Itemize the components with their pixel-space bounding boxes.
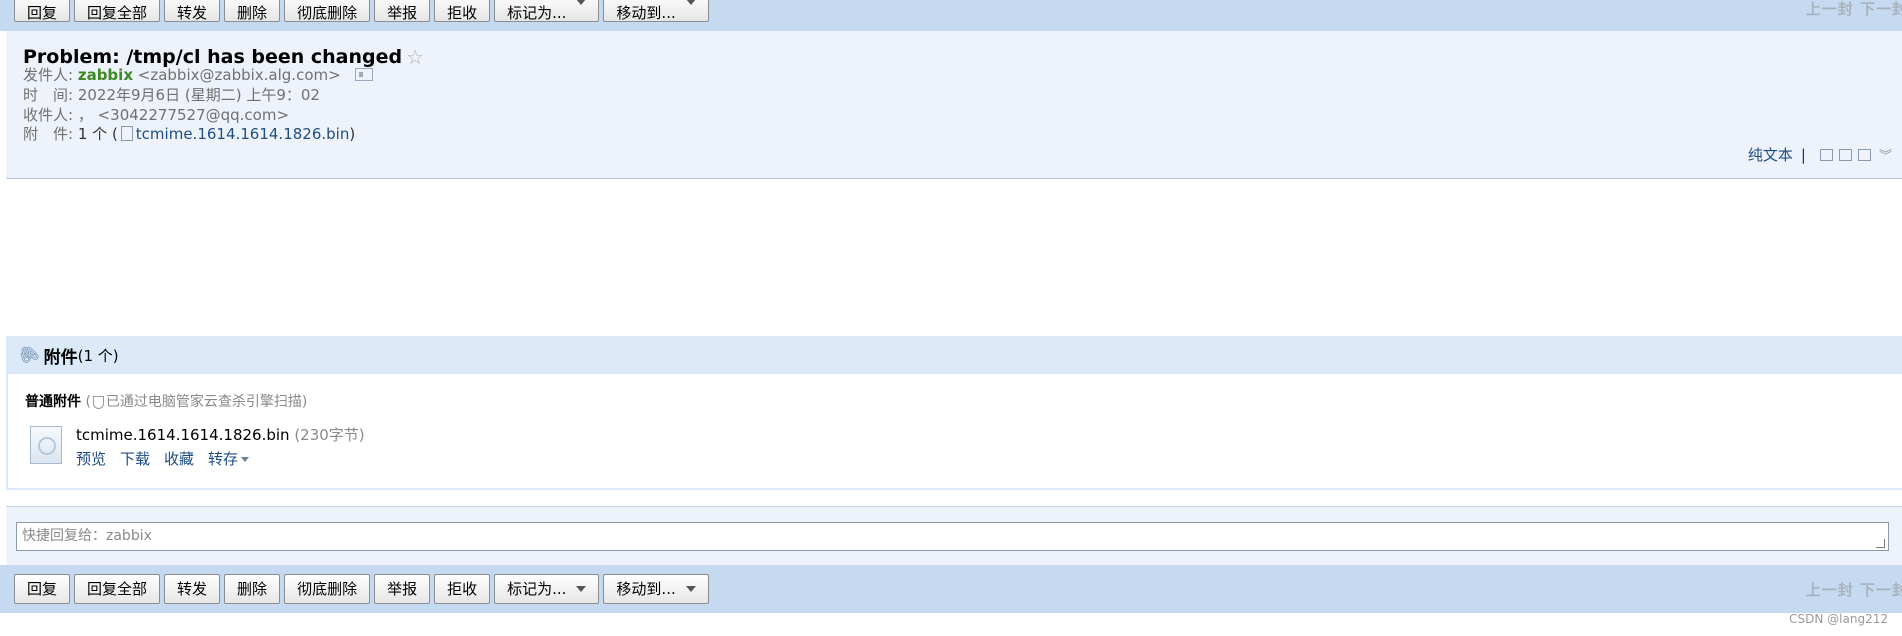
attachments-title: 附件 [43, 347, 78, 368]
normal-attachments-label: 普通附件 [25, 394, 81, 410]
caret-down-icon [685, 0, 696, 5]
paren-close: ) [349, 125, 356, 143]
mark-as-label: 标记为... [507, 580, 567, 598]
quick-reply-input[interactable]: 快捷回复给：zabbix [16, 522, 1889, 551]
attachment-file-link[interactable]: tcmime.1614.1614.1826.bin [136, 125, 350, 143]
to-row: 收件人: ， <3042277527@qq.com> [23, 104, 289, 125]
move-to-dropdown[interactable]: 移动到... [603, 0, 709, 22]
from-row: 发件人: zabbix <zabbix@zabbix.alg.com> [23, 64, 374, 85]
top-toolbar: 回复 回复全部 转发 删除 彻底删除 举报 拒收 标记为... 移动到... 上… [0, 0, 1902, 31]
to-value: ， <3042277527@qq.com> [77, 106, 290, 124]
time-row: 时 间: 2022年9月6日 (星期二) 上午9：02 [23, 84, 320, 105]
pager-links[interactable]: 上一封 下一封 [1806, 579, 1902, 600]
paperclip-icon: 🖇 [14, 340, 44, 370]
file-size: (230字节) [294, 426, 365, 444]
quick-reply-area: 快捷回复给：zabbix [6, 506, 1902, 565]
report-button[interactable]: 举报 [374, 0, 431, 22]
contact-card-icon[interactable] [355, 68, 374, 81]
save-to-dropdown[interactable]: 转存 [208, 450, 250, 468]
sender-email: <zabbix@zabbix.alg.com> [137, 66, 341, 84]
caret-down-icon [576, 586, 587, 592]
reject-button[interactable]: 拒收 [434, 574, 491, 604]
preview-link[interactable]: 预览 [76, 450, 106, 468]
star-icon[interactable]: ☆ [406, 45, 424, 69]
file-name: tcmime.1614.1614.1826.bin [76, 426, 290, 444]
attachments-subheader: 普通附件 (已通过电脑管家云查杀引擎扫描) [25, 391, 307, 411]
reply-all-button[interactable]: 回复全部 [74, 0, 161, 22]
reply-all-button[interactable]: 回复全部 [74, 574, 161, 604]
attachments-header: 🖇 附件 (1 个) [6, 336, 1902, 374]
reply-button[interactable]: 回复 [14, 574, 71, 604]
quick-reply-placeholder: 快捷回复给：zabbix [22, 528, 152, 544]
print-icon[interactable] [1857, 148, 1871, 161]
time-value: 2022年9月6日 (星期二) 上午9：02 [77, 86, 320, 104]
move-to-label: 移动到... [616, 580, 676, 598]
delete-button[interactable]: 删除 [224, 574, 281, 604]
save-icon[interactable] [1838, 148, 1852, 161]
shield-icon [92, 395, 104, 409]
attachment-file: tcmime.1614.1614.1826.bin (230字节) [76, 424, 365, 445]
caret-down-icon [241, 457, 250, 462]
move-to-label: 移动到... [616, 4, 676, 22]
attachment-row: 附 件: 1 个 ( tcmime.1614.1614.1826.bin) [23, 123, 355, 144]
resize-handle-icon[interactable] [1876, 539, 1885, 548]
delete-button[interactable]: 删除 [224, 0, 281, 22]
report-button[interactable]: 举报 [374, 574, 431, 604]
caret-down-icon [576, 0, 587, 5]
header-tools: 纯文本 | ︾ [1748, 144, 1892, 165]
permanent-delete-button[interactable]: 彻底删除 [284, 0, 371, 22]
reject-button[interactable]: 拒收 [434, 0, 491, 22]
permanent-delete-button[interactable]: 彻底删除 [284, 574, 371, 604]
mark-as-label: 标记为... [507, 4, 567, 22]
file-actions: 预览 下载 收藏 转存 [76, 448, 263, 469]
reply-button[interactable]: 回复 [14, 0, 71, 22]
attachment-count: 1 个 [77, 125, 108, 143]
save-to-label: 转存 [208, 450, 239, 468]
forward-button[interactable]: 转发 [164, 0, 221, 22]
attachment-label: 附 件: [23, 125, 74, 143]
pager-links[interactable]: 上一封 下一封 [1806, 0, 1902, 19]
attachments-body: 普通附件 (已通过电脑管家云查杀引擎扫描) tcmime.1614.1614.1… [6, 374, 1902, 490]
bottom-toolbar: 回复 回复全部 转发 删除 彻底删除 举报 拒收 标记为... 移动到... 上… [0, 565, 1902, 613]
file-icon [120, 126, 133, 141]
paren-open: ( [111, 125, 118, 143]
expand-chevron-icon[interactable]: ︾ [1879, 145, 1892, 164]
scan-note-text: 已通过电脑管家云查杀引擎扫描 [105, 394, 302, 410]
time-label: 时 间: [23, 86, 74, 104]
download-link[interactable]: 下载 [120, 450, 150, 468]
move-to-dropdown[interactable]: 移动到... [603, 574, 709, 604]
file-thumbnail-icon[interactable] [30, 426, 62, 464]
sender-name[interactable]: zabbix [78, 66, 133, 84]
scan-note: (已通过电脑管家云查杀引擎扫描) [85, 394, 308, 410]
favorite-link[interactable]: 收藏 [164, 450, 194, 468]
from-label: 发件人: [23, 66, 74, 84]
forward-button[interactable]: 转发 [164, 574, 221, 604]
new-window-icon[interactable] [1819, 148, 1833, 161]
to-label: 收件人: [23, 106, 74, 124]
mail-header: Problem: /tmp/cl has been changed ☆ 发件人:… [6, 31, 1902, 179]
watermark: CSDN @lang212 [1789, 612, 1888, 626]
attachments-count: (1 个) [77, 346, 119, 365]
plain-text-link[interactable]: 纯文本 [1748, 144, 1793, 165]
separator: | [1800, 145, 1806, 164]
mark-as-dropdown[interactable]: 标记为... [494, 574, 600, 604]
mark-as-dropdown[interactable]: 标记为... [494, 0, 600, 22]
caret-down-icon [685, 586, 696, 592]
